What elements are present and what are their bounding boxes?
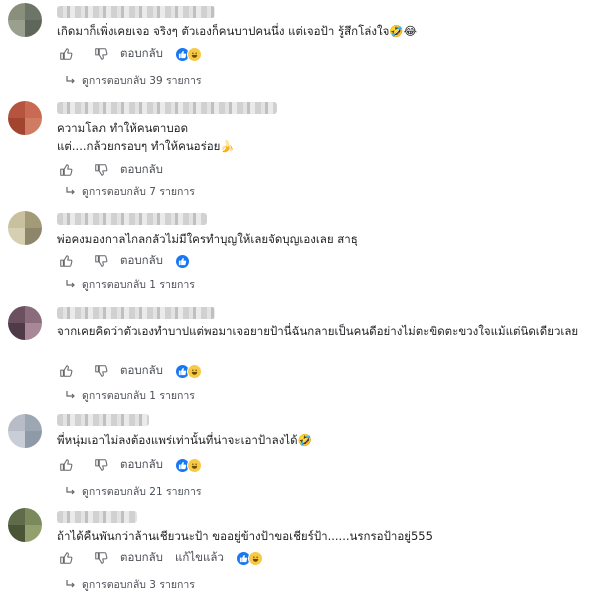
view-replies-link[interactable]: ดูการตอบกลับ 39 รายการ [66, 72, 202, 88]
reaction-summary[interactable] [175, 363, 202, 379]
view-replies-link[interactable]: ดูการตอบกลับ 7 รายการ [66, 183, 195, 199]
reply-arrow-icon [66, 391, 75, 399]
avatar[interactable] [8, 101, 42, 135]
avatar-pixel [8, 323, 25, 340]
avatar[interactable] [8, 306, 42, 340]
avatar-pixel [25, 431, 42, 448]
reply-button[interactable]: ตอบกลับ [120, 362, 163, 380]
view-replies-link[interactable]: ดูการตอบกลับ 1 รายการ [66, 387, 195, 403]
comment-actions: ตอบกลับ [57, 456, 202, 474]
blurred-username[interactable] [57, 213, 207, 225]
blurred-username[interactable] [57, 307, 215, 319]
avatar-pixel [25, 323, 42, 340]
avatar-pixel [25, 118, 42, 135]
avatar-pixel [8, 211, 25, 228]
reaction-summary[interactable] [175, 253, 190, 269]
reply-arrow-icon [66, 280, 75, 288]
view-replies-label: ดูการตอบกลับ 39 รายการ [82, 74, 202, 87]
view-replies-link[interactable]: ดูการตอบกลับ 3 รายการ [66, 576, 195, 592]
like-reaction-icon [175, 253, 190, 269]
reply-arrow-icon [66, 76, 75, 84]
reply-button[interactable]: ตอบกลับ [120, 45, 163, 63]
avatar-pixel [25, 508, 42, 525]
avatar-pixel [8, 3, 25, 20]
avatar-pixel [25, 228, 42, 245]
thumbs-down-icon[interactable] [92, 457, 110, 473]
comment-text: ความโลภ ทำให้คนตาบอด แต่....กล้วยกรอบๆ ท… [57, 121, 235, 153]
thumbs-down-icon[interactable] [92, 550, 110, 566]
view-replies-label: ดูการตอบกลับ 7 รายการ [82, 185, 195, 198]
avatar-pixel [8, 414, 25, 431]
avatar-pixel [25, 211, 42, 228]
view-replies-label: ดูการตอบกลับ 21 รายการ [82, 485, 202, 498]
haha-reaction-icon [187, 363, 202, 379]
comment-text: เกิดมาก็เพิ่งเคยเจอ จริงๆ ตัวเองก็คนบาปค… [57, 24, 418, 38]
comment-text: จากเคยคิดว่าตัวเองทำบาปแต่พอมาเจอยายป้าน… [57, 324, 579, 338]
avatar-pixel [25, 101, 42, 118]
comment-actions: ตอบกลับ แก้ไขแล้ว [57, 549, 263, 567]
avatar[interactable] [8, 414, 42, 448]
blurred-username[interactable] [57, 511, 137, 523]
reaction-summary[interactable] [175, 457, 202, 473]
reply-button[interactable]: ตอบกลับ [120, 549, 163, 567]
view-replies-link[interactable]: ดูการตอบกลับ 21 รายการ [66, 483, 202, 499]
avatar-pixel [8, 101, 25, 118]
blurred-username[interactable] [57, 102, 277, 114]
reply-arrow-icon [66, 487, 75, 495]
blurred-username[interactable] [57, 414, 149, 426]
reply-arrow-icon [66, 580, 75, 588]
comment-actions: ตอบกลับ [57, 252, 190, 270]
haha-reaction-icon [187, 457, 202, 473]
avatar-pixel [8, 431, 25, 448]
comment-text: พี่หนุ่มเอาไม่ลงต้องแพร่เท่านั้นที่น่าจะ… [57, 433, 312, 447]
thumbs-up-icon[interactable] [57, 550, 75, 566]
comment-text: ถ้าได้คืนพันกว่าล้านเชียวนะป้า ขออยู่ข้า… [57, 529, 433, 543]
thumbs-up-icon[interactable] [57, 162, 75, 178]
avatar[interactable] [8, 211, 42, 245]
thumbs-up-icon[interactable] [57, 363, 75, 379]
avatar[interactable] [8, 3, 42, 37]
haha-reaction-icon [187, 46, 202, 62]
thumbs-down-icon[interactable] [92, 363, 110, 379]
avatar-pixel [25, 20, 42, 37]
thumbs-down-icon[interactable] [92, 162, 110, 178]
haha-reaction-icon [247, 550, 263, 566]
thumbs-down-icon[interactable] [92, 253, 110, 269]
avatar[interactable] [8, 508, 42, 542]
reply-arrow-icon [66, 187, 75, 195]
reply-button[interactable]: ตอบกลับ [120, 252, 163, 270]
edited-label: แก้ไขแล้ว [175, 550, 224, 564]
avatar-pixel [8, 118, 25, 135]
avatar-pixel [8, 228, 25, 245]
reply-button[interactable]: ตอบกลับ [120, 161, 163, 179]
avatar-pixel [25, 414, 42, 431]
thumbs-down-icon[interactable] [92, 46, 110, 62]
avatar-pixel [25, 306, 42, 323]
avatar-pixel [25, 525, 42, 542]
view-replies-link[interactable]: ดูการตอบกลับ 1 รายการ [66, 276, 195, 292]
thumbs-up-icon[interactable] [57, 46, 75, 62]
thumbs-up-icon[interactable] [57, 253, 75, 269]
view-replies-label: ดูการตอบกลับ 1 รายการ [82, 278, 195, 291]
view-replies-label: ดูการตอบกลับ 1 รายการ [82, 389, 195, 402]
avatar-pixel [25, 3, 42, 20]
avatar-pixel [8, 525, 25, 542]
comment-text: พ่อคงมองกาลไกลกลัวไม่มีใครทำบุญให้เลยจัด… [57, 232, 358, 246]
comment-actions: ตอบกลับ [57, 161, 175, 179]
avatar-pixel [8, 306, 25, 323]
view-replies-label: ดูการตอบกลับ 3 รายการ [82, 578, 195, 591]
avatar-pixel [8, 508, 25, 525]
reply-button[interactable]: ตอบกลับ [120, 456, 163, 474]
reaction-summary[interactable] [175, 46, 202, 62]
avatar-pixel [8, 20, 25, 37]
thumbs-up-icon[interactable] [57, 457, 75, 473]
comment-actions: ตอบกลับ [57, 362, 202, 380]
blurred-username[interactable] [57, 6, 215, 18]
reaction-summary[interactable] [235, 550, 263, 566]
comment-actions: ตอบกลับ [57, 45, 202, 63]
